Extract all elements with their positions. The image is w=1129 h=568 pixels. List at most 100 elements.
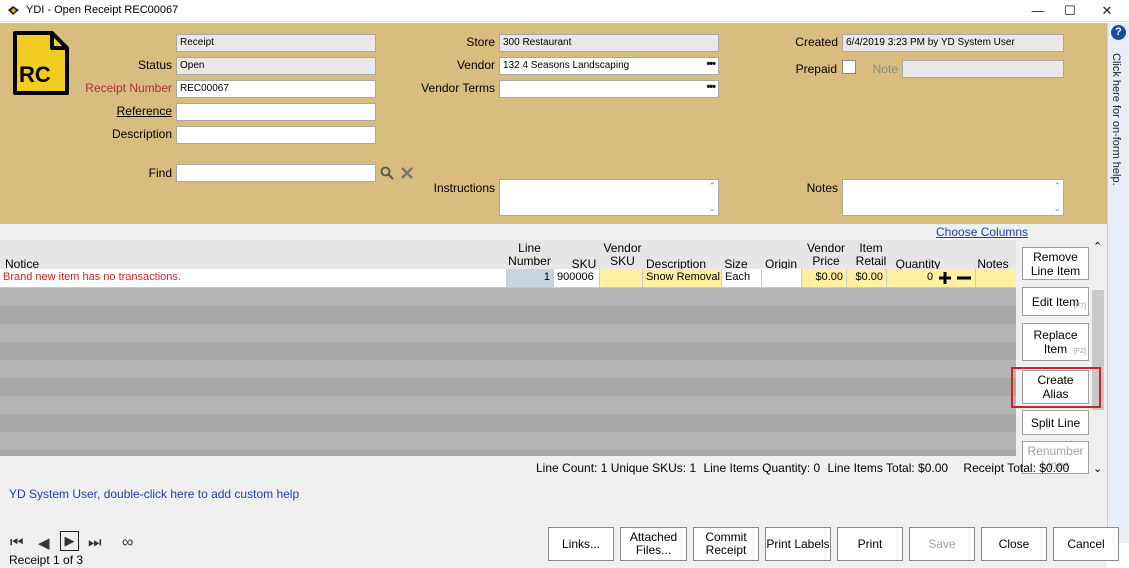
infinity-icon[interactable]: ∞	[122, 534, 133, 552]
quantity-value: 0	[927, 271, 934, 283]
grid-scrollbar[interactable]: ⌃ ⌄	[1092, 240, 1104, 476]
cell-vendor-sku	[600, 269, 643, 287]
cell-notice: Brand new item has no transactions.	[3, 271, 181, 283]
cell-sku: 900006	[554, 269, 600, 287]
line-count: Line Count: 1	[536, 461, 608, 475]
scroll-up-icon[interactable]: ⌃	[708, 181, 716, 192]
prepaid-checkbox[interactable]	[842, 60, 856, 74]
grid-summary: Line Count: 1 Unique SKUs: 1 Line Items …	[536, 461, 1069, 475]
split-line-button[interactable]: Split Line	[1022, 410, 1089, 435]
app-icon	[7, 4, 20, 17]
created-label: Created	[795, 35, 838, 49]
reference-field[interactable]	[176, 103, 376, 121]
cell-item-retail: $0.00	[847, 269, 887, 287]
vendor-field[interactable]: 132 4 Seasons Landscaping •••	[499, 57, 719, 75]
note-label: Note	[872, 62, 898, 76]
help-icon[interactable]: ?	[1111, 25, 1126, 40]
next-record-icon[interactable]: ▶	[60, 531, 79, 551]
prepaid-label: Prepaid	[795, 62, 837, 76]
vendor-terms-field[interactable]: •••	[499, 80, 719, 98]
instructions-textarea[interactable]: ⌃ ⌄	[499, 179, 719, 216]
scroll-up-icon[interactable]: ⌃	[1053, 181, 1061, 192]
receipt-number-label: Receipt Number	[85, 81, 172, 95]
scroll-up-icon[interactable]: ⌃	[1093, 240, 1102, 253]
created-field: 6/4/2019 3:23 PM by YD System User	[842, 34, 1064, 52]
commit-receipt-button[interactable]: Commit Receipt	[693, 527, 759, 561]
scroll-down-icon[interactable]: ⌄	[1053, 203, 1061, 214]
search-icon[interactable]	[380, 166, 394, 180]
empty-grid-rows	[0, 288, 1016, 456]
column-vendor-sku[interactable]: Vendor SKU	[600, 242, 645, 268]
replace-item-label: Replace Item	[1033, 328, 1078, 356]
line-items-total: Line Items Total: $0.00	[827, 461, 949, 475]
first-record-icon[interactable]: ⏮	[10, 534, 24, 551]
increment-quantity-icon[interactable]	[939, 272, 951, 284]
cell-vendor-price: $0.00	[802, 269, 847, 287]
custom-help-link[interactable]: YD System User, double-click here to add…	[9, 487, 299, 501]
links-button[interactable]: Links...	[548, 527, 614, 561]
close-label: Close	[998, 536, 1030, 551]
column-line-number[interactable]: Line Number	[506, 242, 553, 268]
attached-files-button[interactable]: Attached Files...	[620, 527, 687, 561]
last-record-icon[interactable]: ⏭	[88, 534, 102, 551]
save-label: Save	[928, 536, 956, 551]
vendor-terms-label: Vendor Terms	[421, 81, 495, 95]
cell-quantity: 0	[887, 269, 976, 287]
edit-item-button[interactable]: Edit Item [F7]	[1022, 287, 1089, 316]
choose-columns-link[interactable]: Choose Columns	[936, 225, 1028, 239]
help-text: Click here for on-form help.	[1110, 53, 1122, 186]
edit-item-shortcut: [F7]	[1073, 303, 1086, 310]
print-label: Print	[857, 536, 883, 551]
scroll-down-icon[interactable]: ⌄	[708, 203, 716, 214]
print-labels-label: Print Labels	[766, 536, 830, 551]
close-window-button[interactable]: ✕	[1084, 0, 1129, 22]
column-vendor-price[interactable]: Vendor Price	[806, 242, 846, 268]
save-button: Save	[909, 527, 975, 561]
replace-item-button[interactable]: Replace Item [F2]	[1022, 323, 1089, 361]
store-label: Store	[466, 35, 495, 49]
receipt-type-field: Receipt	[176, 34, 376, 52]
decrement-quantity-icon[interactable]	[957, 272, 971, 284]
on-form-help-strip[interactable]: ? Click here for on-form help.	[1107, 23, 1129, 543]
vendor-lookup-button[interactable]: •••	[706, 58, 716, 70]
status-field: Open	[176, 57, 376, 75]
attached-files-label: Attached Files...	[629, 530, 678, 557]
vendor-terms-lookup-button[interactable]: •••	[706, 81, 716, 93]
find-label: Find	[148, 166, 172, 180]
edit-item-label: Edit Item	[1031, 294, 1080, 309]
badge-text: RC	[19, 62, 51, 87]
create-alias-button[interactable]: Create Alias	[1022, 370, 1089, 404]
create-alias-label: Create Alias	[1037, 373, 1074, 401]
receipt-number-field[interactable]: REC00067	[176, 80, 376, 98]
cancel-label: Cancel	[1067, 536, 1105, 551]
status-label: Status	[137, 58, 172, 72]
window-title: YDI - Open Receipt REC00067	[26, 4, 179, 16]
split-line-label: Split Line	[1030, 415, 1081, 430]
cancel-button[interactable]: Cancel	[1053, 527, 1119, 561]
previous-record-icon[interactable]: ◀	[38, 534, 50, 552]
title-bar: YDI - Open Receipt REC00067 — ☐ ✕	[0, 0, 1129, 22]
reference-label: Reference	[116, 104, 172, 118]
print-button[interactable]: Print	[837, 527, 903, 561]
description-field[interactable]	[176, 126, 376, 144]
print-labels-button[interactable]: Print Labels	[765, 527, 831, 561]
remove-line-item-label: Remove Line Item	[1030, 249, 1081, 278]
column-item-retail[interactable]: Item Retail	[854, 242, 888, 268]
commit-receipt-label: Commit Receipt	[705, 530, 747, 557]
cell-notes	[976, 269, 1016, 287]
cell-size: Each	[722, 269, 762, 287]
cell-origin	[762, 269, 802, 287]
notes-textarea[interactable]: ⌃ ⌄	[842, 179, 1064, 216]
clear-search-icon[interactable]	[400, 166, 414, 180]
scroll-down-icon[interactable]: ⌄	[1093, 462, 1102, 475]
cell-description: Snow Removal	[643, 269, 722, 287]
find-input[interactable]	[176, 164, 376, 182]
table-row[interactable]: Brand new item has no transactions. 1 90…	[0, 269, 1016, 288]
notes-label: Notes	[806, 181, 838, 195]
store-field: 300 Restaurant	[499, 34, 719, 52]
close-button[interactable]: Close	[981, 527, 1047, 561]
line-items-quantity: Line Items Quantity: 0	[703, 461, 821, 475]
remove-line-item-button[interactable]: Remove Line Item	[1022, 247, 1089, 280]
cell-line-number: 1	[506, 269, 554, 287]
record-position: Receipt 1 of 3	[9, 553, 84, 567]
